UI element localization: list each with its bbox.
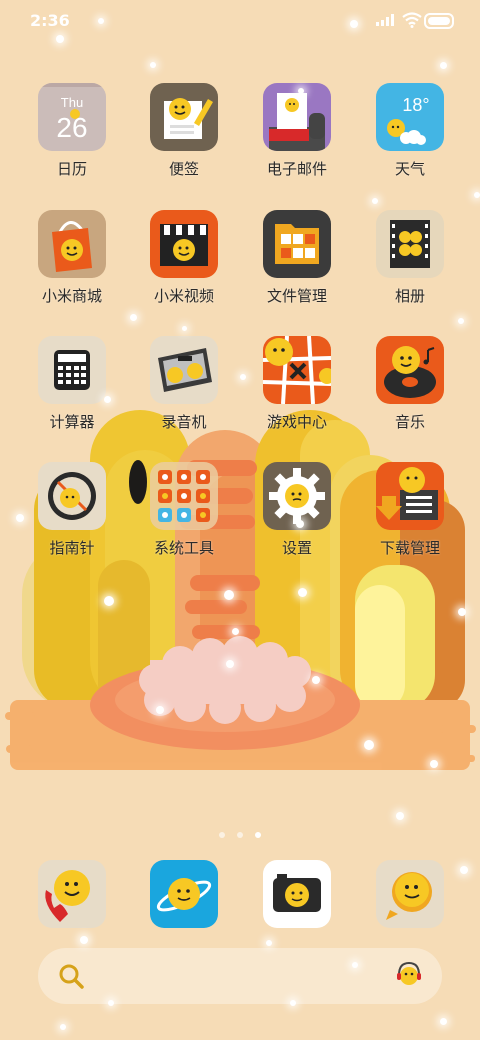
- status-bar: 2:36: [0, 0, 480, 42]
- app-label: 电子邮件: [266, 160, 327, 178]
- app-label: 文件管理: [266, 287, 327, 305]
- app-notes[interactable]: 便签: [129, 80, 239, 190]
- tools-folder-icon: [150, 462, 218, 530]
- voice-assistant-icon[interactable]: [396, 961, 422, 991]
- dock-browser[interactable]: [129, 860, 239, 930]
- battery-icon: [424, 13, 454, 29]
- app-label: 音乐: [394, 413, 425, 431]
- app-calendar[interactable]: Thu 26 日历: [17, 80, 127, 190]
- dock: [0, 860, 480, 930]
- folder-icon: [263, 210, 331, 278]
- page-dot[interactable]: [237, 832, 243, 838]
- gear-icon: [263, 462, 331, 530]
- page-dot[interactable]: [219, 832, 225, 838]
- calendar-icon: Thu 26: [38, 83, 106, 151]
- app-label: 下载管理: [379, 539, 440, 557]
- download-icon: [376, 462, 444, 530]
- search-icon[interactable]: [58, 963, 84, 989]
- app-music[interactable]: 音乐: [355, 333, 465, 443]
- message-bubble-icon: [376, 860, 444, 928]
- app-label: 便签: [168, 160, 199, 178]
- app-weather[interactable]: 18° 天气: [355, 80, 465, 190]
- dock-messages[interactable]: [355, 860, 465, 930]
- app-label: 日历: [56, 160, 87, 178]
- app-compass[interactable]: 指南针: [17, 459, 127, 569]
- video-clapper-icon: [150, 210, 218, 278]
- app-games[interactable]: 游戏中心: [242, 333, 352, 443]
- weather-icon: 18°: [376, 83, 444, 151]
- app-label: 指南针: [49, 539, 95, 557]
- signal-icon: [376, 14, 394, 26]
- compass-icon: [38, 462, 106, 530]
- page-indicator: [0, 829, 480, 841]
- status-time: 2:36: [30, 11, 70, 30]
- dock-camera[interactable]: [242, 860, 352, 930]
- app-email[interactable]: 电子邮件: [242, 80, 352, 190]
- notes-icon: [150, 83, 218, 151]
- dock-phone[interactable]: [17, 860, 127, 930]
- svg-text:Thu: Thu: [61, 95, 83, 110]
- app-downloads[interactable]: 下载管理: [355, 459, 465, 569]
- calculator-icon: [38, 336, 106, 404]
- tape-recorder-icon: [150, 336, 218, 404]
- email-icon: [263, 83, 331, 151]
- app-label: 系统工具: [153, 539, 214, 557]
- app-label: 录音机: [161, 413, 207, 431]
- app-tools[interactable]: 系统工具: [129, 459, 239, 569]
- app-files[interactable]: 文件管理: [242, 207, 352, 317]
- music-record-icon: [376, 336, 444, 404]
- phone-icon: [38, 860, 106, 928]
- app-label: 游戏中心: [266, 413, 327, 431]
- wifi-icon: [402, 12, 422, 28]
- app-label: 小米商城: [41, 287, 102, 305]
- app-video[interactable]: 小米视频: [129, 207, 239, 317]
- app-gallery[interactable]: 相册: [355, 207, 465, 317]
- browser-planet-icon: [150, 860, 218, 928]
- app-label: 计算器: [49, 413, 95, 431]
- game-grid-icon: [263, 336, 331, 404]
- app-label: 小米视频: [153, 287, 214, 305]
- app-label: 设置: [281, 539, 312, 557]
- app-settings[interactable]: 设置: [242, 459, 352, 569]
- search-bar[interactable]: [38, 948, 442, 1004]
- film-gallery-icon: [376, 210, 444, 278]
- app-recorder[interactable]: 录音机: [129, 333, 239, 443]
- app-calculator[interactable]: 计算器: [17, 333, 127, 443]
- page-dot-active[interactable]: [255, 832, 261, 838]
- svg-text:18°: 18°: [402, 95, 429, 115]
- app-label: 天气: [394, 160, 425, 178]
- app-label: 相册: [394, 287, 425, 305]
- app-mall[interactable]: 小米商城: [17, 207, 127, 317]
- camera-icon: [263, 860, 331, 928]
- shopping-bag-icon: [38, 210, 106, 278]
